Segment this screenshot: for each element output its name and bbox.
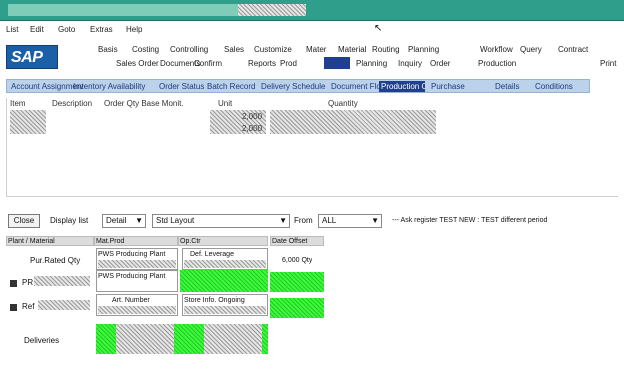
status-green-cell[interactable] [270,298,324,318]
tab-purchase[interactable]: Purchase [429,81,467,92]
grid-header-plant[interactable]: Plant / Material [6,236,94,246]
toolbar-prod[interactable]: Prod [280,59,297,68]
status-green-cell[interactable] [270,272,324,292]
toolbar-reports[interactable]: Reports [248,59,276,68]
toolbar-print[interactable]: Print [600,59,616,68]
row-label[interactable]: Ref [22,302,34,312]
pane-divider [6,196,618,197]
row-label[interactable]: Deliveries [24,336,59,346]
toolbar-controlling[interactable]: Controlling [170,45,208,54]
grid-cell-text: PWS Producing Plant [98,251,166,258]
toolbar-planning-2[interactable]: Planning [356,59,387,68]
unit-value: 2,000 [242,124,263,133]
toolbar-order[interactable]: Order [430,59,450,68]
col-description[interactable]: Description [52,99,92,108]
toolbar-routing[interactable]: Routing [372,45,400,54]
redacted-cell [34,276,90,286]
unit-value: 2,000 [242,112,263,121]
row-label[interactable]: PR [22,278,33,288]
menu-extras[interactable]: Extras [90,25,113,34]
toolbar-material[interactable]: Material [338,45,366,54]
toolbar-basis[interactable]: Basis [98,45,118,54]
tab-details[interactable]: Details [493,81,521,92]
col-quantity[interactable]: Quantity [328,99,358,108]
grid-header-op-ctr[interactable]: Op.Ctr [178,236,268,246]
from-select[interactable]: ALL ▼ [318,214,382,228]
col-order-qty[interactable]: Order Qty Base Monit. [104,99,184,108]
tab-conditions[interactable]: Conditions [533,81,575,92]
tab-inventory-availability[interactable]: Inventory Availability [71,81,147,92]
toolbar-mater[interactable]: Mater [306,45,326,54]
toolbar-planning[interactable]: Planning [408,45,439,54]
upper-list-header: Item Description Order Qty Base Monit. U… [6,98,436,110]
tab-batch-record[interactable]: Batch Record [205,81,257,92]
status-green-cell[interactable] [174,324,204,354]
menu-help[interactable]: Help [126,25,142,34]
display-select-value: Detail [106,216,127,225]
status-text: --- Ask register TEST NEW : TEST differe… [392,217,548,224]
redacted-cell [204,324,262,354]
toolbar-query[interactable]: Query [520,45,542,54]
from-label: From [294,216,313,225]
lower-toolbar: Close Display list Detail ▼ Std Layout ▼… [6,213,618,229]
toolbar-contract[interactable]: Contract [558,45,588,54]
menu-edit[interactable]: Edit [30,25,44,34]
row-label[interactable]: Pur.Rated Qty [30,256,80,266]
redacted-cell [184,306,266,314]
toolbar-sales-order[interactable]: Sales Order [116,59,159,68]
list-item[interactable]: 2,000 [6,110,436,134]
menu-list[interactable]: List [6,25,18,34]
toolbar-customize[interactable]: Customize [254,45,292,54]
layout-select-value: Std Layout [156,216,195,225]
grid-cell-text: Store Info. Ongoing [184,297,245,304]
grid-header-date-offset[interactable]: Date Offset [270,236,324,246]
col-item[interactable]: Item [10,99,26,108]
window-title [8,4,238,16]
toolbar-workflow[interactable]: Workflow [480,45,513,54]
tab-strip: Account Assignment Inventory Availabilit… [6,79,590,93]
title-redacted-area [238,4,306,16]
col-unit[interactable]: Unit [218,99,232,108]
display-select[interactable]: Detail ▼ [102,214,146,228]
chevron-down-icon: ▼ [135,216,143,225]
chevron-down-icon: ▼ [371,216,379,225]
redacted-cell [98,306,176,314]
redacted-cell [116,324,178,354]
toolbar-costing[interactable]: Costing [132,45,159,54]
expand-icon[interactable] [10,304,17,311]
expand-icon[interactable] [10,280,17,287]
status-green-cell[interactable] [262,324,268,354]
tab-production-orders[interactable]: Production Orders [379,81,425,92]
grid-cell-text: 6,000 Qty [282,257,313,264]
grid-cell-text: PWS Producing Plant [98,273,166,280]
chevron-down-icon: ▼ [279,216,287,225]
toolbar-inquiry[interactable]: Inquiry [398,59,422,68]
grid-cell-text: Def. Leverage [190,251,234,258]
planning-grid: Plant / Material Mat.Prod Op.Ctr Date Of… [6,236,326,360]
tab-order-status[interactable]: Order Status [157,81,206,92]
close-button[interactable]: Close [8,214,40,228]
tab-delivery-schedule[interactable]: Delivery Schedule [259,81,327,92]
toolbar-production[interactable]: Production [478,59,516,68]
grid-header-mat-prod[interactable]: Mat.Prod [94,236,178,246]
layout-select[interactable]: Std Layout ▼ [152,214,290,228]
toolbar-confirm[interactable]: Confirm [194,59,222,68]
status-green-cell[interactable] [180,270,268,292]
menu-goto[interactable]: Goto [58,25,75,34]
list-item[interactable]: 2,000 [6,122,436,134]
menubar: List Edit Goto Extras Help [0,22,624,36]
toolbar-selected-item[interactable] [324,57,350,69]
sap-logo: SAP [6,45,58,69]
display-label: Display list [50,216,89,225]
redacted-cell [98,260,176,268]
redacted-cell [184,260,266,268]
redacted-cell [38,300,90,310]
grid-cell-text: Art. Number [112,297,150,304]
status-green-cell[interactable] [96,324,116,354]
toolbar-sales[interactable]: Sales [224,45,244,54]
from-select-value: ALL [322,216,337,225]
sap-logo-text: SAP [11,49,43,66]
